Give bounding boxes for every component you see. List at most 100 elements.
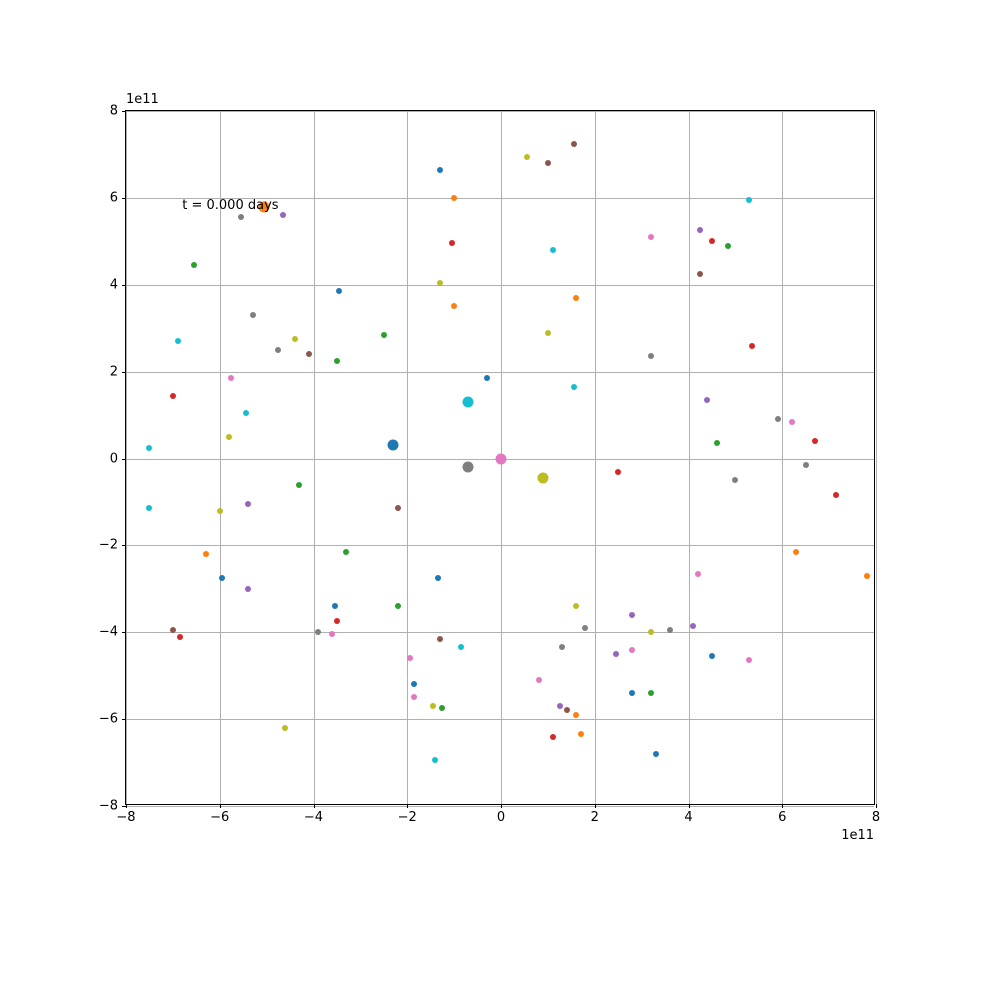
scatter-point [536, 677, 542, 683]
scatter-point [238, 214, 244, 220]
x-tick [407, 804, 408, 808]
scatter-point [864, 573, 870, 579]
scatter-point [697, 227, 703, 233]
x-tick-label: 2 [591, 810, 599, 825]
y-tick-label: −2 [99, 538, 118, 553]
grid-line-v [314, 111, 315, 804]
scatter-point [228, 375, 234, 381]
x-tick [126, 804, 127, 808]
scatter-point [395, 603, 401, 609]
y-tick-label: 4 [110, 277, 118, 292]
scatter-point [332, 603, 338, 609]
scatter-point [538, 473, 549, 484]
scatter-point [296, 482, 302, 488]
x-tick [782, 804, 783, 808]
scatter-point [648, 353, 654, 359]
scatter-point [803, 462, 809, 468]
grid-line-h [126, 372, 874, 373]
x-tick-label: 6 [778, 810, 786, 825]
scatter-point [275, 347, 281, 353]
scatter-point [582, 625, 588, 631]
scatter-point [219, 575, 225, 581]
x-tick [501, 804, 502, 808]
x-tick-label: 8 [872, 810, 880, 825]
x-axis-offset-label: 1e11 [841, 828, 874, 843]
scatter-point [793, 549, 799, 555]
x-tick-label: −4 [304, 810, 323, 825]
scatter-point [280, 212, 286, 218]
scatter-point [217, 508, 223, 514]
scatter-point [833, 492, 839, 498]
scatter-point [484, 375, 490, 381]
scatter-point [146, 445, 152, 451]
x-tick-label: −2 [398, 810, 417, 825]
scatter-point [435, 575, 441, 581]
scatter-point [704, 397, 710, 403]
scatter-point [629, 690, 635, 696]
scatter-point [388, 440, 399, 451]
scatter-plot-axes: 1e11 −8−6−4−202468−8−6−4−202468 t = 0.00… [125, 110, 875, 805]
scatter-point [571, 141, 577, 147]
y-tick [122, 719, 126, 720]
x-tick [220, 804, 221, 808]
scatter-point [690, 623, 696, 629]
scatter-point [789, 419, 795, 425]
grid-line-h [126, 545, 874, 546]
y-tick-label: −4 [99, 625, 118, 640]
scatter-point [395, 505, 401, 511]
x-tick-label: −6 [210, 810, 229, 825]
scatter-point [524, 154, 530, 160]
scatter-point [203, 551, 209, 557]
y-tick [122, 198, 126, 199]
scatter-point [564, 707, 570, 713]
scatter-point [146, 505, 152, 511]
x-tick-label: −8 [116, 810, 135, 825]
scatter-point [653, 751, 659, 757]
y-tick-label: −6 [99, 712, 118, 727]
scatter-point [334, 618, 340, 624]
scatter-point [550, 734, 556, 740]
scatter-point [245, 501, 251, 507]
scatter-point [629, 647, 635, 653]
scatter-point [709, 238, 715, 244]
grid-line-h [126, 806, 874, 807]
scatter-point [749, 343, 755, 349]
scatter-point [439, 705, 445, 711]
scatter-point [343, 549, 349, 555]
y-tick-label: 8 [110, 104, 118, 119]
scatter-point [451, 303, 457, 309]
scatter-point [746, 197, 752, 203]
y-tick-label: 6 [110, 190, 118, 205]
y-tick [122, 806, 126, 807]
scatter-point [250, 312, 256, 318]
scatter-point [725, 243, 731, 249]
grid-line-h [126, 111, 874, 112]
scatter-point [170, 393, 176, 399]
y-tick [122, 632, 126, 633]
grid-line-v [782, 111, 783, 804]
scatter-point [432, 757, 438, 763]
scatter-point [243, 410, 249, 416]
scatter-point [697, 271, 703, 277]
scatter-point [746, 657, 752, 663]
scatter-point [177, 634, 183, 640]
scatter-point [306, 351, 312, 357]
grid-line-v [876, 111, 877, 804]
scatter-point [381, 332, 387, 338]
x-tick [689, 804, 690, 808]
x-tick-label: 0 [497, 810, 505, 825]
grid-line-h [126, 632, 874, 633]
scatter-point [175, 338, 181, 344]
scatter-point [775, 416, 781, 422]
grid-line-v [407, 111, 408, 804]
scatter-point [315, 629, 321, 635]
scatter-point [437, 167, 443, 173]
scatter-point [170, 627, 176, 633]
y-tick [122, 285, 126, 286]
scatter-point [430, 703, 436, 709]
scatter-point [407, 655, 413, 661]
scatter-point [714, 440, 720, 446]
scatter-point [437, 636, 443, 642]
grid-line-v [126, 111, 127, 804]
y-tick [122, 545, 126, 546]
